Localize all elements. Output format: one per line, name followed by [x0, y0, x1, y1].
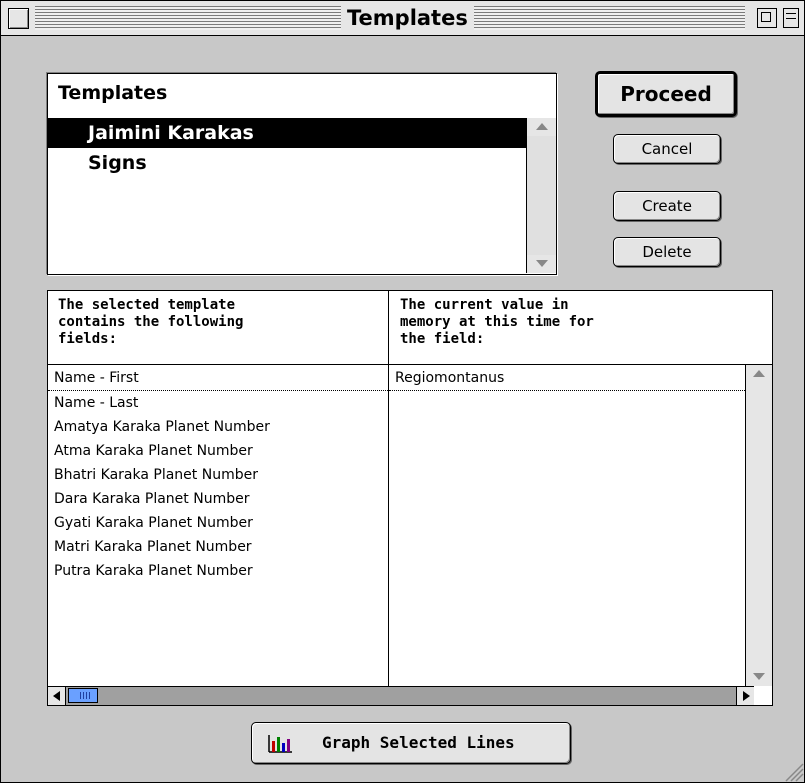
table-row-field[interactable]: Gyati Karaka Planet Number [54, 511, 253, 535]
templates-window: Templates Templates Jaimini Karakas Sign… [0, 0, 805, 783]
proceed-button[interactable]: Proceed [595, 71, 737, 117]
header-divider [48, 364, 772, 365]
graph-button-label: Graph Selected Lines [322, 733, 515, 752]
right-arrow-icon [743, 691, 750, 701]
table-row-field[interactable]: Bhatri Karaka Planet Number [54, 463, 258, 487]
templates-list-header: Templates [58, 82, 168, 104]
cancel-button[interactable]: Cancel [613, 134, 721, 164]
table-vertical-scrollbar[interactable] [745, 365, 772, 686]
scroll-up-arrow[interactable] [527, 118, 556, 136]
template-item-signs[interactable]: Signs [48, 148, 526, 178]
table-row-field[interactable]: Atma Karaka Planet Number [54, 439, 253, 463]
graph-selected-lines-button[interactable]: Graph Selected Lines [251, 722, 571, 764]
column-header-values: The current value in memory at this time… [400, 297, 594, 347]
table-row-field[interactable]: Amatya Karaka Planet Number [54, 415, 270, 439]
up-arrow-icon [753, 370, 765, 377]
size-box-icon[interactable] [782, 760, 804, 782]
close-box-icon[interactable] [8, 8, 29, 29]
table-row-field[interactable]: Matri Karaka Planet Number [54, 535, 252, 559]
horizontal-scroll-thumb[interactable] [68, 688, 98, 703]
delete-button[interactable]: Delete [613, 237, 721, 267]
bar-chart-icon [268, 735, 292, 753]
templates-list[interactable]: Templates Jaimini Karakas Signs [47, 73, 557, 275]
column-divider [388, 291, 389, 686]
template-item-jaimini-karakas[interactable]: Jaimini Karakas [48, 118, 526, 148]
scroll-down-arrow[interactable] [527, 255, 556, 273]
up-arrow-icon [535, 123, 548, 130]
column-header-fields: The selected template contains the follo… [58, 297, 244, 347]
table-row-field[interactable]: Dara Karaka Planet Number [54, 487, 249, 511]
down-arrow-icon [535, 260, 548, 267]
table-horizontal-scrollbar[interactable] [48, 686, 754, 705]
table-scroll-down-arrow[interactable] [746, 668, 772, 686]
scroll-right-arrow[interactable] [736, 687, 754, 705]
table-row-value[interactable]: Regiomontanus [389, 366, 745, 391]
window-title: Templates [341, 4, 474, 32]
table-row-field[interactable]: Name - Last [54, 391, 138, 415]
collapse-box-icon[interactable] [783, 8, 799, 28]
templates-vertical-scrollbar[interactable] [526, 118, 556, 273]
title-bar[interactable]: Templates [1, 1, 804, 36]
zoom-box-icon[interactable] [757, 8, 777, 28]
down-arrow-icon [753, 673, 765, 680]
scroll-left-arrow[interactable] [48, 687, 66, 705]
table-scroll-up-arrow[interactable] [746, 365, 772, 383]
table-row-field[interactable]: Name - First [48, 366, 388, 391]
create-button[interactable]: Create [613, 191, 721, 221]
fields-table: The selected template contains the follo… [47, 290, 773, 706]
left-arrow-icon [53, 691, 60, 701]
table-row-field[interactable]: Putra Karaka Planet Number [54, 559, 253, 583]
